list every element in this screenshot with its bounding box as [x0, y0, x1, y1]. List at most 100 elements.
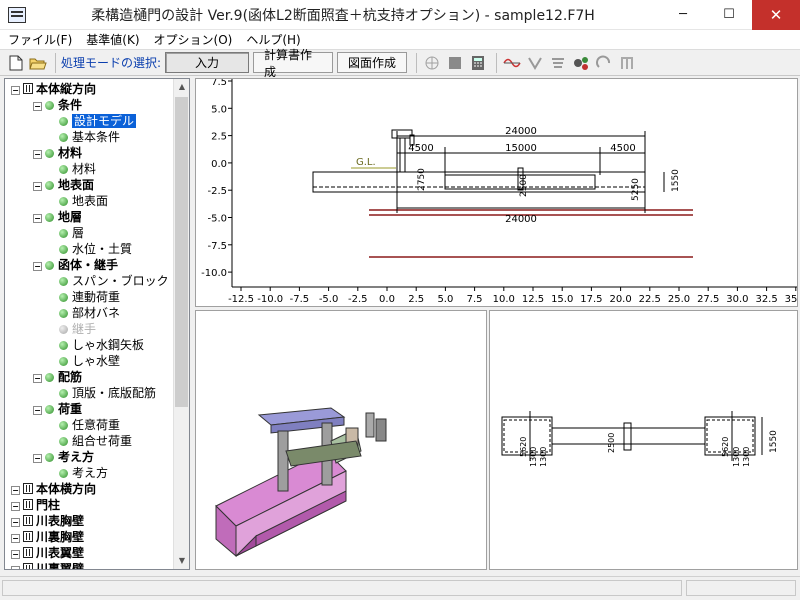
close-button[interactable]: ✕ — [752, 0, 800, 30]
tree-item[interactable]: しゃ水鋼矢板 — [59, 337, 144, 353]
tree-item[interactable]: 基本条件 — [59, 129, 120, 145]
tree-item[interactable]: 連動荷重 — [59, 289, 120, 305]
expand-toggle-icon[interactable]: − — [33, 262, 42, 271]
x-tick-label: 25.0 — [668, 294, 690, 305]
status-dot-icon — [45, 405, 54, 414]
drawing-mode-button[interactable]: 図面作成 — [337, 52, 408, 73]
tree-item[interactable]: 層 — [59, 225, 84, 241]
tree-item[interactable]: スパン・ブロック — [59, 273, 169, 289]
menu-standards[interactable]: 基準値(K) — [86, 31, 139, 48]
tree-item[interactable]: − 本体縦方向 — [11, 81, 96, 97]
tree-item[interactable]: − 本体横方向 — [11, 481, 96, 497]
menu-file[interactable]: ファイル(F) — [8, 31, 72, 48]
status-dot-icon — [59, 133, 68, 142]
tree-item[interactable]: − 川裏胸壁 — [11, 529, 84, 545]
expand-toggle-icon[interactable]: − — [33, 374, 42, 383]
tree-item[interactable]: 頂版・底版配筋 — [59, 385, 156, 401]
longitudinal-view[interactable]: 7.5 5.0 2.5 0.0 -2.5 -5.0 -7.5 -10.0 -12.5 -10.0… — [195, 78, 798, 307]
expand-toggle-icon[interactable]: − — [33, 102, 42, 111]
tree-item[interactable]: − 川表胸壁 — [11, 513, 84, 529]
gl-label: G.L. — [356, 157, 376, 168]
globe-icon[interactable] — [422, 53, 442, 73]
x-tick-label: -10.0 — [257, 294, 283, 305]
expand-toggle-icon[interactable]: − — [33, 182, 42, 191]
expand-toggle-icon[interactable]: − — [11, 550, 20, 559]
x-tick-label: 7.5 — [467, 294, 483, 305]
input-mode-button[interactable]: 入力 — [165, 52, 250, 73]
tree-item[interactable]: 継手 — [59, 321, 96, 337]
tree-item[interactable]: 組合せ荷重 — [59, 433, 132, 449]
mode-label: 処理モードの選択: — [61, 56, 162, 70]
tree-item[interactable]: − 材料 — [33, 145, 82, 161]
status-dot-icon — [59, 117, 68, 126]
tree-item[interactable]: − 門柱 — [11, 497, 60, 513]
tree-item[interactable]: 地表面 — [59, 193, 108, 209]
section-view[interactable]: 5620 1300 1300 2500 5620 1300 1300 1550 — [489, 310, 798, 570]
expand-toggle-icon[interactable]: − — [33, 214, 42, 223]
longitudinal-drawing: 7.55.02.50.0-2.5-5.0-7.5-10.0 -12.5 -10.0… — [201, 79, 797, 305]
x-tick-label: 32.5 — [755, 294, 777, 305]
scroll-down-icon[interactable]: ▼ — [174, 553, 189, 569]
dim-total: 24000 — [505, 126, 537, 137]
y-tick-label: -5.0 — [207, 214, 227, 225]
tree-item[interactable]: − 荷重 — [33, 401, 82, 417]
window-title: 柔構造樋門の設計 Ver.9(函体L2断面照査＋杭支持オプション) - samp… — [91, 7, 595, 24]
structure-icon — [23, 515, 33, 526]
section-label-mid: 2500 — [607, 433, 616, 453]
tree-item[interactable]: − 配筋 — [33, 369, 82, 385]
settings-icon[interactable] — [571, 53, 591, 73]
stop-icon[interactable] — [445, 53, 465, 73]
expand-toggle-icon[interactable]: − — [11, 502, 20, 511]
wave-icon[interactable] — [502, 53, 522, 73]
open-folder-icon[interactable] — [28, 53, 48, 73]
expand-toggle-icon[interactable]: − — [11, 86, 20, 95]
tree-item[interactable]: 材料 — [59, 161, 96, 177]
expand-toggle-icon[interactable]: − — [33, 150, 42, 159]
expand-toggle-icon[interactable]: − — [11, 534, 20, 543]
status-dot-icon — [45, 213, 54, 222]
tree-item-label: スパン・ブロック — [72, 274, 169, 288]
dim-bottom: 24000 — [505, 214, 537, 225]
tree-item[interactable]: 設計モデル — [59, 113, 137, 129]
expand-toggle-icon[interactable]: − — [33, 406, 42, 415]
navigation-tree: − 本体縦方向 − 条件 設計モデル 基本条件 − 材料 材料 − 地表面 地表面 − 地層層水位・土質 −… — [4, 78, 190, 570]
scroll-up-icon[interactable]: ▲ — [174, 79, 189, 95]
columns-icon[interactable] — [617, 53, 637, 73]
tree-item[interactable]: 考え方 — [59, 465, 108, 481]
menu-options[interactable]: オプション(O) — [154, 31, 233, 48]
expand-toggle-icon[interactable]: − — [11, 566, 20, 569]
structure-icon — [23, 531, 33, 542]
menu-bar: ファイル(F) 基準値(K) オプション(O) ヘルプ(H) — [0, 30, 800, 50]
shape-icon[interactable] — [525, 53, 545, 73]
tree-item[interactable]: − 地層 — [33, 209, 82, 225]
spring-icon[interactable] — [548, 53, 568, 73]
expand-toggle-icon[interactable]: − — [11, 486, 20, 495]
tree-item[interactable]: しゃ水壁 — [59, 353, 120, 369]
tree-item[interactable]: − 条件 — [33, 97, 82, 113]
tree-item[interactable]: − 函体・継手 — [33, 257, 118, 273]
tree-item[interactable]: − 川裏翼壁 — [11, 561, 84, 569]
y-tick-label: -2.5 — [207, 186, 227, 197]
tree-item[interactable]: − 地表面 — [33, 177, 94, 193]
3d-view[interactable] — [195, 310, 487, 570]
maximize-button[interactable]: ☐ — [706, 0, 752, 30]
expand-toggle-icon[interactable]: − — [33, 454, 42, 463]
tree-item-label: 組合せ荷重 — [72, 434, 133, 448]
tree-item[interactable]: − 考え方 — [33, 449, 94, 465]
tree-item[interactable]: 任意荷重 — [59, 417, 120, 433]
tree-item[interactable]: 部材バネ — [59, 305, 120, 321]
calculator-icon[interactable] — [468, 53, 488, 73]
tree-item[interactable]: − 川表翼壁 — [11, 545, 84, 561]
3d-drawing — [215, 407, 387, 558]
app-icon[interactable] — [8, 6, 26, 23]
expand-toggle-icon[interactable]: − — [11, 518, 20, 527]
x-tick-label: 15.0 — [551, 294, 573, 305]
minimize-button[interactable]: ─ — [660, 0, 706, 30]
arrow-icon[interactable] — [594, 53, 614, 73]
new-file-icon[interactable] — [6, 53, 26, 73]
tree-item[interactable]: 水位・土質 — [59, 241, 132, 257]
scroll-thumb[interactable] — [175, 97, 188, 407]
tree-item-label: しゃ水壁 — [72, 354, 121, 368]
tree-scrollbar[interactable]: ▲ ▼ — [173, 79, 189, 569]
report-mode-button[interactable]: 計算書作成 — [253, 48, 334, 79]
